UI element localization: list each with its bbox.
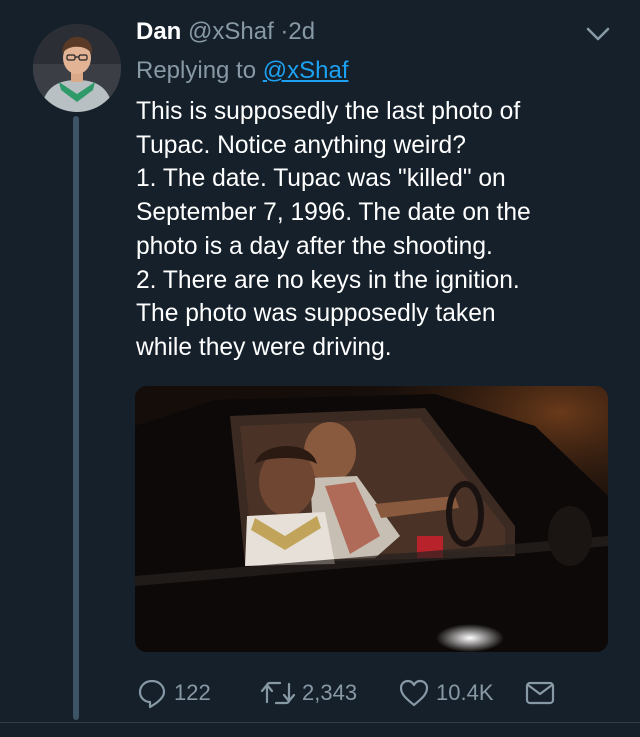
reply-button[interactable]: 122 — [136, 676, 211, 710]
replying-to-handle-link[interactable]: @xShaf — [263, 57, 349, 84]
retweet-button[interactable]: 2,343 — [260, 676, 357, 710]
tweet[interactable]: Dan @xShaf ·2d Replying to @xShaf This i… — [0, 0, 640, 737]
replying-to-label: Replying to — [136, 57, 257, 84]
tweet-text-line: photo is a day after the shooting. — [136, 232, 493, 260]
tweet-text-line: 2. There are no keys in the ignition. — [136, 266, 520, 294]
display-name[interactable]: Dan — [136, 18, 181, 45]
thread-line — [73, 116, 79, 720]
direct-message-button[interactable] — [524, 676, 556, 710]
tweet-text: This is supposedly the last photo of Tup… — [136, 95, 616, 365]
tweet-text-line: September 7, 1996. The date on the — [136, 199, 531, 227]
photo-of-two-men-in-car — [135, 386, 608, 652]
tweet-text-line: 1. The date. Tupac was "killed" on — [136, 165, 506, 193]
tweet-header: Dan @xShaf ·2d — [136, 16, 315, 48]
avatar-image — [33, 24, 121, 112]
like-count: 10.4K — [436, 680, 494, 705]
tweet-text-line: Tupac. Notice anything weird? — [136, 131, 466, 159]
tweet-photo[interactable] — [135, 386, 608, 652]
tweet-menu-button[interactable] — [584, 22, 612, 46]
divider — [0, 722, 640, 723]
envelope-icon — [525, 681, 555, 705]
tweet-text-line: This is supposedly the last photo of — [136, 98, 521, 125]
timestamp[interactable]: 2d — [288, 18, 315, 45]
heart-icon — [399, 679, 429, 707]
reply-count: 122 — [174, 680, 211, 705]
replying-to: Replying to @xShaf — [136, 55, 348, 87]
chevron-down-icon — [586, 27, 610, 41]
retweet-count: 2,343 — [302, 680, 358, 705]
like-button[interactable]: 10.4K — [398, 676, 494, 710]
avatar[interactable] — [33, 24, 121, 112]
tweet-text-line: while they were driving. — [136, 333, 392, 361]
reply-icon — [138, 679, 166, 709]
retweet-icon — [260, 681, 296, 705]
tweet-text-line: The photo was supposedly taken — [136, 300, 496, 328]
tweet-actions: 122 2,343 10.4K — [136, 676, 606, 710]
user-handle[interactable]: @xShaf — [188, 18, 274, 45]
